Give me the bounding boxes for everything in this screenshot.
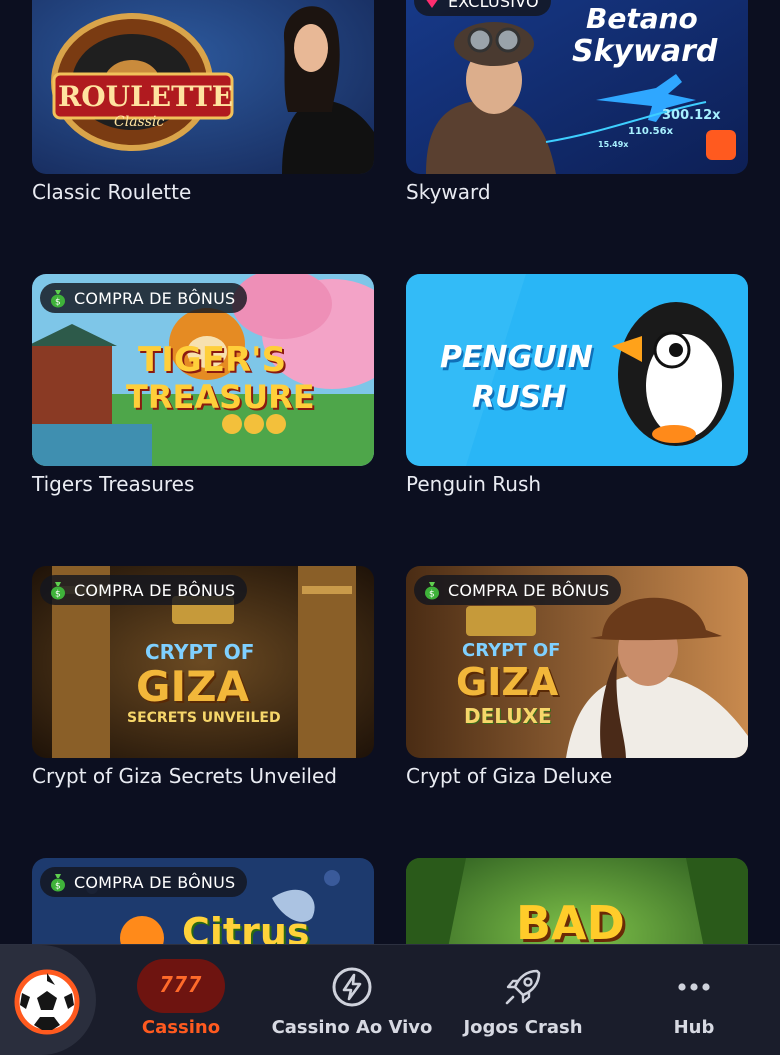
nav-item-hub[interactable]: Hub (650, 945, 738, 1055)
skyward-multiplier-1: 300.12x (662, 108, 721, 123)
game-thumbnail[interactable]: CRYPT OF GIZA DELUXE $ COMPRA DE BÔNUS (406, 566, 748, 758)
svg-text:$: $ (55, 882, 61, 892)
slot-777-icon: 777 (137, 959, 225, 1013)
skyward-multiplier-2: 110.56x (628, 126, 674, 137)
bonus-buy-label: COMPRA DE BÔNUS (74, 580, 236, 600)
bonus-buy-badge: $ COMPRA DE BÔNUS (414, 575, 622, 605)
game-title: Crypt of Giza Secrets Unveiled (32, 764, 337, 788)
game-title: Tigers Treasures (32, 472, 195, 496)
tigers-logo-line2: TREASURE (126, 378, 315, 416)
game-thumbnail[interactable]: PENGUIN RUSH (406, 274, 748, 466)
giza-secrets-logo-line3: SECRETS UNVEILED (127, 710, 281, 726)
svg-text:$: $ (429, 590, 435, 600)
game-card-crypt-of-giza-secrets-unveiled[interactable]: CRYPT OF GIZA SECRETS UNVEILED $ COMPRA … (32, 566, 374, 790)
game-thumbnail[interactable]: TIGER'S TREASURE $ COMPRA DE BÔNUS (32, 274, 374, 466)
game-title: Skyward (406, 180, 491, 204)
game-title: Classic Roulette (32, 180, 192, 204)
soccer-ball-icon (14, 969, 80, 1035)
game-thumbnail[interactable]: CRYPT OF GIZA SECRETS UNVEILED $ COMPRA … (32, 566, 374, 758)
game-thumbnail[interactable]: Citrus $ COMPRA DE BÔNUS (32, 858, 374, 944)
bad-logo-text: BAD (516, 896, 625, 944)
nav-label-hub: Hub (673, 1017, 715, 1038)
bottom-navigation-bar: 777 Cassino Cassino Ao Vivo Jogos Crash … (0, 944, 780, 1055)
nav-label-cassino-ao-vivo: Cassino Ao Vivo (271, 1017, 433, 1038)
bonus-buy-badge: $ COMPRA DE BÔNUS (40, 283, 248, 313)
diamond-icon (426, 0, 438, 8)
roulette-logo-text: ROULETTE (58, 80, 234, 113)
game-card-citrus[interactable]: Citrus $ COMPRA DE BÔNUS (32, 858, 374, 944)
giza-deluxe-logo-line1: CRYPT OF (462, 640, 561, 661)
bonus-buy-label: COMPRA DE BÔNUS (448, 580, 610, 600)
roulette-logo-subtext: Classic (114, 114, 165, 130)
game-card-skyward[interactable]: Betano Skyward 300.12x 110.56x 15.49x EX… (406, 0, 748, 206)
game-title: Penguin Rush (406, 472, 542, 496)
exclusive-badge: EXCLUSIVO (414, 0, 551, 16)
game-card-bad[interactable]: BAD (406, 858, 748, 944)
nav-item-cassino-ao-vivo[interactable]: Cassino Ao Vivo (264, 945, 440, 1055)
giza-deluxe-logo-line3: DELUXE (464, 704, 552, 728)
game-thumbnail[interactable]: ROULETTE Classic (32, 0, 374, 174)
bonus-buy-badge: $ COMPRA DE BÔNUS (40, 575, 248, 605)
penguin-logo-line2: RUSH (472, 380, 567, 415)
bonus-buy-label: COMPRA DE BÔNUS (74, 288, 236, 308)
game-title: Crypt of Giza Deluxe (406, 764, 613, 788)
giza-secrets-logo-line2: GIZA (136, 662, 250, 711)
nav-item-cassino[interactable]: 777 Cassino (116, 945, 246, 1055)
game-grid: ROULETTE Classic Classic Roulette Betano… (0, 0, 780, 944)
sports-button[interactable] (0, 945, 96, 1055)
money-bag-icon: $ (51, 582, 65, 600)
game-card-classic-roulette[interactable]: ROULETTE Classic Classic Roulette (32, 0, 374, 206)
nav-label-jogos-crash: Jogos Crash (463, 1017, 583, 1038)
game-card-penguin-rush[interactable]: PENGUIN RUSH Penguin Rush (406, 274, 748, 498)
lightning-icon (332, 967, 372, 1007)
skyward-logo-text: Skyward (572, 34, 718, 69)
game-thumbnail[interactable]: Betano Skyward 300.12x 110.56x 15.49x EX… (406, 0, 748, 174)
giza-secrets-logo-line1: CRYPT OF (145, 640, 255, 664)
money-bag-icon: $ (425, 582, 439, 600)
game-thumbnail[interactable]: BAD (406, 858, 748, 944)
rocket-icon (505, 969, 541, 1005)
nav-item-jogos-crash[interactable]: Jogos Crash (454, 945, 592, 1055)
money-bag-icon: $ (51, 290, 65, 308)
skyward-brand-text: Betano (586, 2, 698, 35)
bonus-buy-badge: $ COMPRA DE BÔNUS (40, 867, 248, 897)
skyward-multiplier-3: 15.49x (598, 140, 629, 149)
penguin-logo-line1: PENGUIN (440, 340, 593, 375)
tigers-logo-line1: TIGER'S (138, 340, 287, 380)
more-dots-icon (678, 983, 710, 991)
bonus-buy-label: COMPRA DE BÔNUS (74, 872, 236, 892)
money-bag-icon: $ (51, 874, 65, 892)
svg-text:$: $ (55, 298, 61, 308)
giza-deluxe-logo-line2: GIZA (456, 660, 559, 704)
svg-text:$: $ (55, 590, 61, 600)
game-card-tigers-treasures[interactable]: TIGER'S TREASURE $ COMPRA DE BÔNUS Tiger… (32, 274, 374, 498)
nav-label-cassino: Cassino (141, 1017, 221, 1038)
citrus-logo-text: Citrus (182, 910, 310, 944)
game-card-crypt-of-giza-deluxe[interactable]: CRYPT OF GIZA DELUXE $ COMPRA DE BÔNUS C… (406, 566, 748, 790)
exclusive-badge-label: EXCLUSIVO (448, 0, 539, 11)
